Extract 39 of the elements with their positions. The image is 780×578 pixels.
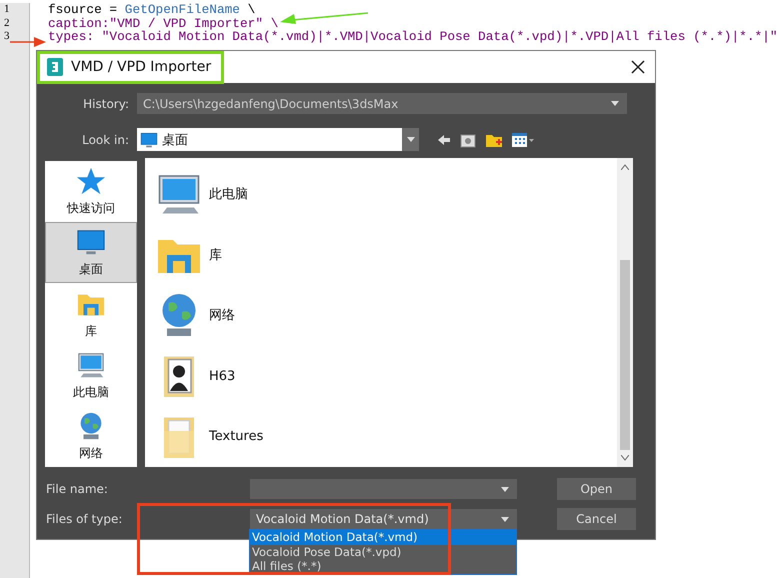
scroll-down-icon[interactable] [621,455,629,461]
cancel-button[interactable]: Cancel [557,508,636,530]
close-icon[interactable] [631,60,645,74]
file-name-field[interactable] [250,479,517,499]
code-line: types: "Vocaloid Motion Data(*.vmd)|*.VMD|Vocaloid Pose Data(*.vpd)|*.VPD|All files (*.*)|*.*|" [47,30,778,44]
field-label: Look in: [81,132,130,146]
line-number: 2 [0,16,30,30]
back-icon[interactable] [437,132,451,146]
open-button[interactable]: Open [557,478,636,500]
history-dropdown[interactable]: C:\Users\hzgedanfeng\Documents\3dsMax [137,93,627,114]
scroll-up-icon[interactable] [621,164,629,170]
dropdown-option[interactable]: All files (*.*) [250,559,516,574]
app-icon [47,58,63,76]
view-menu-icon[interactable] [511,130,535,148]
field-label: Files of type: [46,512,124,526]
code-line: caption:"VMD / VPD Importer" \ [47,16,278,30]
dropdown-option[interactable]: Vocaloid Motion Data(*.vmd) [250,530,516,544]
file-type-dropdown[interactable]: Vocaloid Motion Data(*.vmd) [250,509,517,529]
code-line: fsource = GetOpenFileName \ [47,3,256,16]
sidebar-item[interactable]: 网络 [45,406,137,468]
file-item[interactable]: 网络 [155,285,617,346]
field-label: History: [82,96,130,110]
star-icon [76,166,106,196]
line-number: 3 [0,30,30,44]
monitor-icon [140,130,158,148]
look-in-dropdown[interactable]: 桌面 [137,128,419,151]
dropdown-option[interactable]: Vocaloid Pose Data(*.vpd) [250,544,516,559]
file-item[interactable]: 库 [155,224,617,286]
sidebar-item[interactable]: 此电脑 [45,344,137,406]
window-title: VMD / VPD Importer [71,59,212,75]
line-number: 1 [0,3,30,16]
sidebar-item[interactable]: 桌面 [45,222,137,284]
file-item[interactable]: 此电脑 [155,164,617,225]
file-item[interactable]: H63 [155,346,617,406]
field-label: File name: [46,482,109,496]
sidebar-item[interactable]: 快速访问 [45,161,137,222]
file-item[interactable]: Textures [155,406,617,467]
sidebar-item[interactable]: 库 [45,283,137,345]
scrollbar[interactable] [617,158,633,467]
